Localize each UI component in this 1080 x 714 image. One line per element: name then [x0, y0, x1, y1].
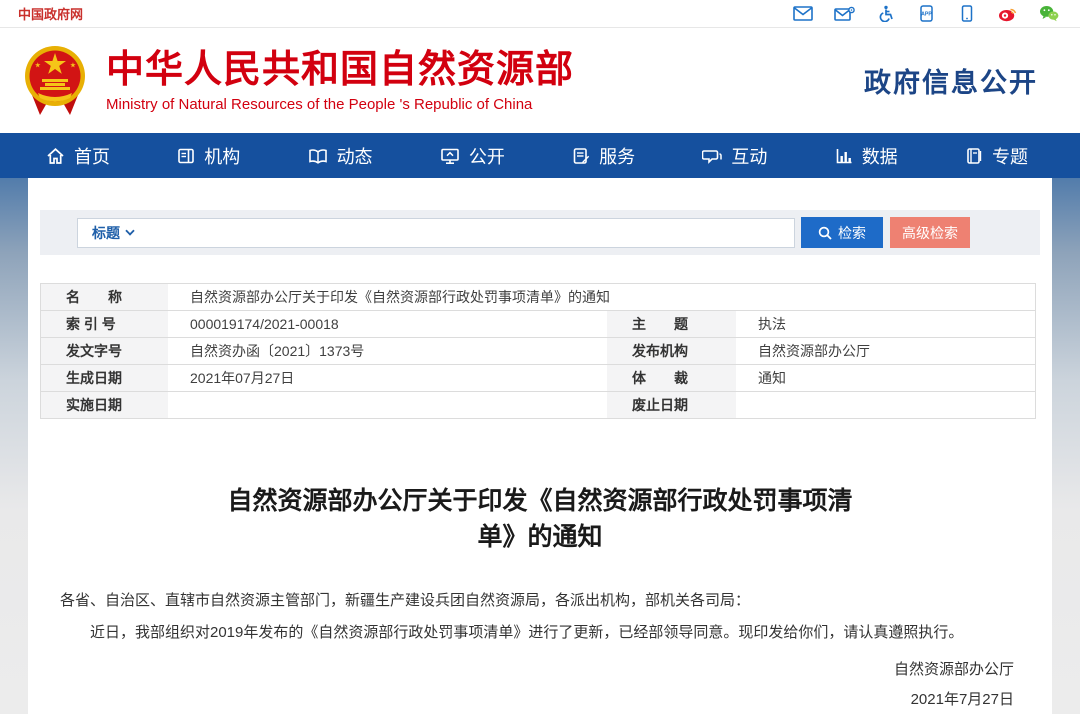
- svg-text:APP: APP: [921, 12, 932, 18]
- top-utility-bar: 中国政府网 APP: [0, 0, 1080, 28]
- nav-label: 互动: [731, 143, 767, 169]
- gov-portal-link[interactable]: 中国政府网: [18, 4, 83, 23]
- meta-label-effective-date: 实施日期: [41, 392, 168, 419]
- meta-label-created-date: 生成日期: [41, 365, 168, 392]
- bar-chart-icon: [835, 147, 853, 165]
- section-title: 政府信息公开: [864, 61, 1038, 100]
- nav-item-interaction[interactable]: 互动: [702, 143, 767, 169]
- search-button-label: 检索: [838, 223, 866, 243]
- chat-bubbles-icon: [702, 147, 722, 165]
- nav-item-topics[interactable]: 专题: [965, 143, 1028, 169]
- home-icon: [46, 147, 65, 165]
- search-field-label: 标题: [92, 223, 120, 243]
- wechat-icon[interactable]: [1038, 5, 1060, 22]
- article-body: 各省、自治区、直辖市自然资源主管部门，新疆生产建设兵团自然资源局，各派出机构，部…: [28, 587, 1052, 646]
- meta-value-effective-date: [168, 392, 607, 419]
- search-field-selector[interactable]: 标题: [92, 223, 135, 243]
- search-input[interactable]: 标题: [77, 218, 795, 248]
- open-book-icon: [308, 147, 328, 165]
- nav-item-data[interactable]: 数据: [835, 143, 898, 169]
- meta-label-subject: 主 题: [607, 311, 736, 338]
- meta-value-doc-number: 自然资办函〔2021〕1373号: [168, 338, 607, 365]
- mail-subscribe-icon[interactable]: [833, 5, 855, 22]
- nav-label: 机构: [204, 143, 240, 169]
- mail-icon[interactable]: [792, 5, 814, 22]
- nav-item-news[interactable]: 动态: [308, 143, 373, 169]
- weibo-icon[interactable]: [997, 5, 1019, 22]
- document-meta-table: 名 称 自然资源部办公厅关于印发《自然资源部行政处罚事项清单》的通知 索 引 号…: [40, 283, 1036, 419]
- article-paragraph: 各省、自治区、直辖市自然资源主管部门，新疆生产建设兵团自然资源局，各派出机构，部…: [60, 587, 1012, 614]
- organization-icon: [177, 147, 195, 165]
- meta-label-genre: 体 裁: [607, 365, 736, 392]
- monitor-icon: [440, 147, 460, 165]
- org-name-english: Ministry of Natural Resources of the Peo…: [106, 96, 574, 113]
- org-title-block: 中华人民共和国自然资源部 Ministry of Natural Resourc…: [106, 49, 574, 113]
- app-icon[interactable]: APP: [915, 5, 937, 22]
- meta-value-created-date: 2021年07月27日: [168, 365, 607, 392]
- meta-value-name: 自然资源部办公厅关于印发《自然资源部行政处罚事项清单》的通知: [168, 284, 1035, 311]
- meta-label-index: 索 引 号: [41, 311, 168, 338]
- page-background: 标题 检索 高级检索 名 称 自然资源部办公厅关于印发《自然资源部行政处罚事项清…: [0, 178, 1080, 714]
- nav-label: 首页: [74, 143, 110, 169]
- meta-value-issuing-agency: 自然资源部办公厅: [736, 338, 1035, 365]
- meta-label-issuing-agency: 发布机构: [607, 338, 736, 365]
- search-icon: [818, 226, 832, 240]
- nav-item-home[interactable]: 首页: [46, 143, 110, 169]
- sign-date: 2021年7月27日: [28, 685, 1014, 714]
- meta-label-doc-number: 发文字号: [41, 338, 168, 365]
- chevron-down-icon: [125, 229, 135, 236]
- meta-value-subject: 执法: [736, 311, 1035, 338]
- content-column: 标题 检索 高级检索 名 称 自然资源部办公厅关于印发《自然资源部行政处罚事项清…: [28, 178, 1052, 714]
- meta-label-name: 名 称: [41, 284, 168, 311]
- nav-label: 动态: [337, 143, 373, 169]
- nav-item-disclosure[interactable]: 公开: [440, 143, 505, 169]
- main-nav: 首页 机构 动态 公开 服务 互动 数据 专题: [0, 133, 1080, 178]
- meta-value-repeal-date: [736, 392, 1035, 419]
- top-icon-group: APP: [792, 5, 1060, 22]
- accessibility-icon[interactable]: [874, 5, 896, 22]
- signer-name: 自然资源部办公厅: [28, 655, 1014, 685]
- nav-label: 服务: [599, 143, 635, 169]
- journal-icon: [965, 147, 983, 165]
- article-title: 自然资源部办公厅关于印发《自然资源部行政处罚事项清单》的通知: [210, 483, 870, 555]
- mobile-icon[interactable]: [956, 5, 978, 22]
- national-emblem: [24, 43, 86, 119]
- meta-value-genre: 通知: [736, 365, 1035, 392]
- search-band: 标题 检索 高级检索: [40, 210, 1040, 255]
- meta-value-index: 000019174/2021-00018: [168, 311, 607, 338]
- org-name: 中华人民共和国自然资源部: [106, 49, 574, 91]
- clipboard-pencil-icon: [572, 147, 590, 165]
- nav-label: 公开: [469, 143, 505, 169]
- nav-item-organization[interactable]: 机构: [177, 143, 240, 169]
- advanced-search-button[interactable]: 高级检索: [890, 217, 970, 248]
- nav-label: 专题: [992, 143, 1028, 169]
- article-signature: 自然资源部办公厅 2021年7月27日: [28, 655, 1052, 714]
- search-button[interactable]: 检索: [801, 217, 883, 248]
- nav-label: 数据: [862, 143, 898, 169]
- article-paragraph: 近日，我部组织对2019年发布的《自然资源部行政处罚事项清单》进行了更新，已经部…: [60, 619, 1012, 646]
- meta-label-repeal-date: 废止日期: [607, 392, 736, 419]
- masthead: 中华人民共和国自然资源部 Ministry of Natural Resourc…: [0, 28, 1080, 133]
- nav-item-services[interactable]: 服务: [572, 143, 635, 169]
